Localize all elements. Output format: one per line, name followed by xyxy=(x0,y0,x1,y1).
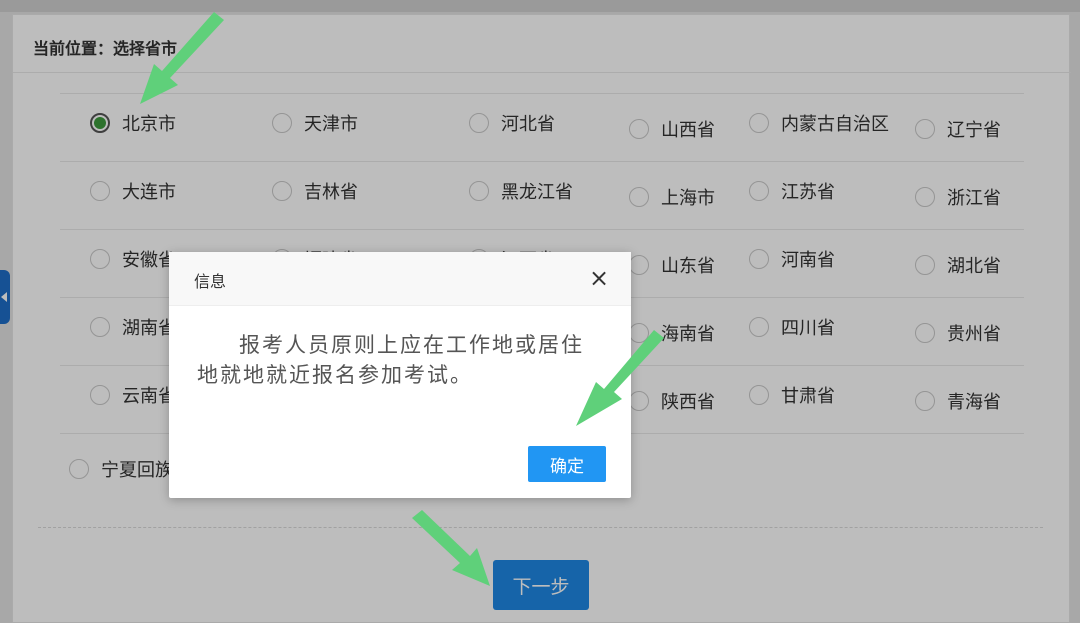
annotation-arrow-icon xyxy=(412,510,490,586)
annotation-arrow-icon xyxy=(576,330,664,426)
annotation-arrows xyxy=(140,12,664,586)
annotation-arrow-icon xyxy=(140,12,224,104)
